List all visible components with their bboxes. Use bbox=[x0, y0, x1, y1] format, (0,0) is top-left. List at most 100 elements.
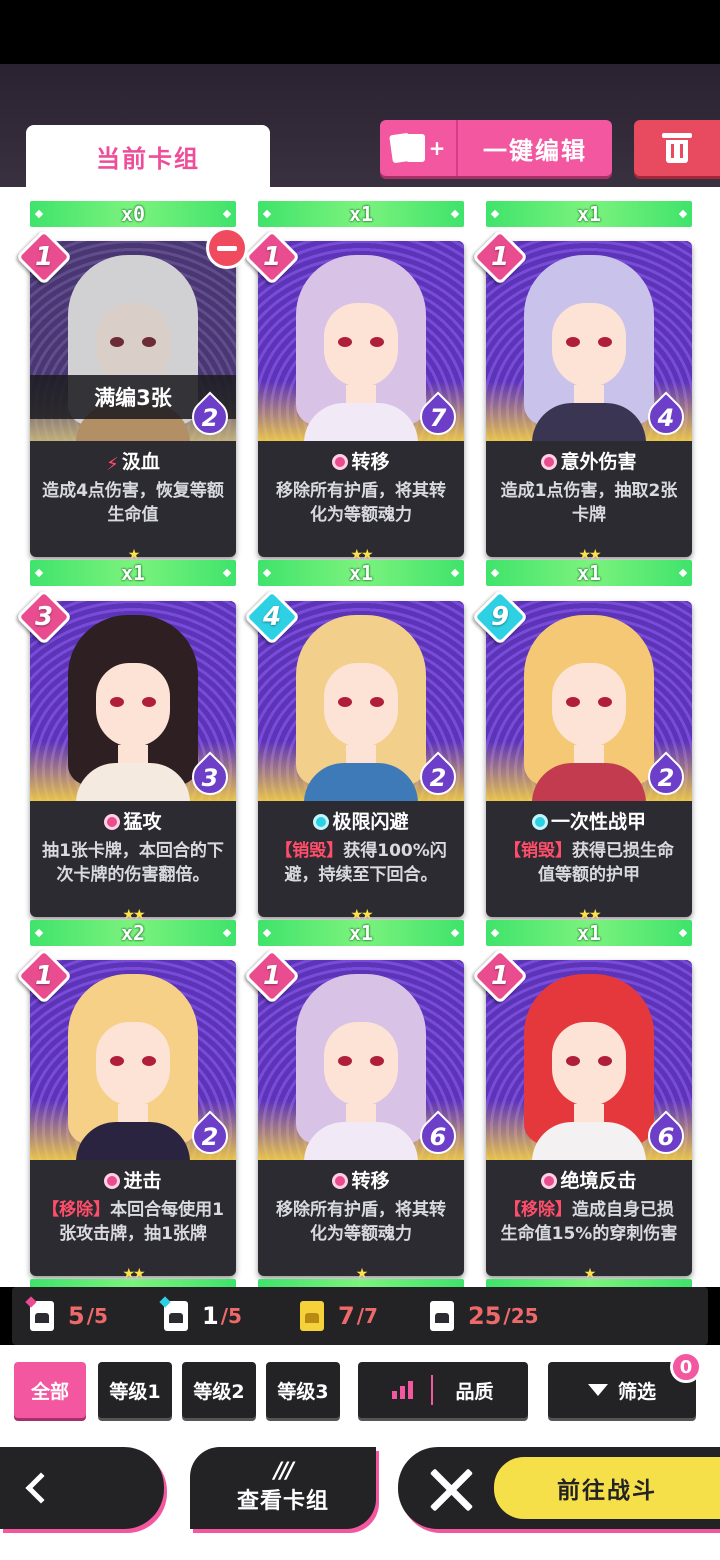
card[interactable]: 3 3 猛攻 抽1张卡牌，本回合的下次卡牌的伤害翻倍。 ★★ bbox=[15, 588, 236, 923]
edit-label: 一键编辑 bbox=[483, 136, 587, 165]
quality-sort-button[interactable]: 品质 bbox=[358, 1362, 528, 1418]
bottom-nav: /// 查看卡组 前往战斗 bbox=[0, 1435, 720, 1560]
back-chevron-icon bbox=[25, 1472, 57, 1504]
bar-chart-icon bbox=[392, 1381, 414, 1399]
card-type-icon bbox=[313, 814, 330, 830]
card-title: 意外伤害 bbox=[486, 447, 692, 474]
separator bbox=[431, 1375, 434, 1405]
card-tag: 【销毁】 bbox=[504, 841, 572, 861]
card-description: 移除所有护盾，将其转化为等额魂力 bbox=[268, 1198, 454, 1246]
card-soul-value: 2 bbox=[201, 1123, 219, 1151]
card-title: 转移 bbox=[258, 1166, 464, 1193]
card-owned-bar: x1 bbox=[30, 560, 236, 586]
card-description: 造成4点伤害，恢复等额生命值 bbox=[40, 479, 226, 527]
card-description-text: 移除所有护盾，将其转化为等额魂力 bbox=[276, 1200, 446, 1244]
card-owned-label: x1 bbox=[120, 561, 146, 585]
card-blue-icon bbox=[159, 1296, 188, 1331]
card-title: 绝境反击 bbox=[486, 1166, 692, 1193]
card-description: 【移除】本回合每使用1张攻击牌，抽1张牌 bbox=[40, 1198, 226, 1246]
card-owned-label: x1 bbox=[348, 921, 374, 945]
card-soul-value: 2 bbox=[429, 764, 447, 792]
stat-value: 5 bbox=[68, 1302, 85, 1330]
stat-deck: 25/25 bbox=[430, 1299, 539, 1333]
go-fight-button[interactable]: 前往战斗 bbox=[398, 1447, 720, 1529]
card-title-text: 转移 bbox=[351, 1170, 390, 1192]
remove-card-icon[interactable] bbox=[206, 227, 248, 269]
card-cost: 1 bbox=[34, 242, 54, 272]
stat-value: 25 bbox=[468, 1302, 502, 1330]
card-cost: 4 bbox=[262, 602, 282, 632]
card-cost: 9 bbox=[490, 602, 510, 632]
go-fight-label: 前往战斗 bbox=[494, 1457, 720, 1519]
card-description-text: 造成4点伤害，恢复等额生命值 bbox=[42, 481, 224, 525]
filter-level1-button[interactable]: 等级1 bbox=[98, 1362, 172, 1418]
stat-max: /5 bbox=[220, 1304, 242, 1328]
card[interactable]: 1 2 ⚡ 汲血 造成4点伤害，恢复等额生命值 ★ 满编3张 bbox=[15, 227, 248, 563]
card-cost: 3 bbox=[34, 602, 54, 632]
one-click-edit-button[interactable]: + 一键编辑 bbox=[380, 120, 612, 176]
soul-drop-icon: 6 bbox=[640, 1110, 692, 1162]
card[interactable]: 1 6 绝境反击 【移除】造成自身已损生命值15%的穿刺伤害 ★ bbox=[471, 947, 692, 1282]
card-title: 猛攻 bbox=[30, 807, 236, 834]
card-title-text: 转移 bbox=[351, 451, 390, 473]
card-type-icon bbox=[541, 454, 558, 470]
card-soul-value: 2 bbox=[657, 764, 675, 792]
card-owned-bar: x1 bbox=[258, 920, 464, 946]
card-cost: 1 bbox=[34, 961, 54, 991]
bolt-icon: ⚡ bbox=[106, 454, 119, 475]
card-yellow-icon bbox=[300, 1301, 324, 1331]
deck-stats-bar: 5/5 1/5 7/7 25/25 bbox=[12, 1287, 708, 1345]
card[interactable]: 1 6 转移 移除所有护盾，将其转化为等额魂力 ★ bbox=[243, 947, 464, 1282]
view-deck-button[interactable]: /// 查看卡组 bbox=[190, 1447, 376, 1529]
card[interactable]: 1 4 意外伤害 造成1点伤害，抽取2张卡牌 ★★ bbox=[471, 228, 692, 563]
card-soul-value: 7 bbox=[429, 404, 447, 432]
soul-drop-icon: 7 bbox=[412, 391, 464, 443]
card-cost: 1 bbox=[262, 961, 282, 991]
card-owned-label: x2 bbox=[120, 921, 146, 945]
card-description: 【销毁】获得100%闪避，持续至下回合。 bbox=[268, 839, 454, 887]
card-owned-bar bbox=[30, 1279, 236, 1287]
soul-drop-icon: 6 bbox=[412, 1110, 464, 1162]
card-type-icon bbox=[531, 814, 548, 830]
card-soul-value: 3 bbox=[201, 764, 219, 792]
back-button[interactable] bbox=[0, 1447, 164, 1529]
stat-max: /5 bbox=[86, 1304, 108, 1328]
soul-drop-icon: 2 bbox=[184, 391, 236, 443]
card-type-icon bbox=[104, 814, 121, 830]
view-deck-label: 查看卡组 bbox=[236, 1489, 329, 1514]
card-title: 一次性战甲 bbox=[486, 807, 692, 834]
card-pink-icon bbox=[25, 1296, 54, 1331]
soul-drop-icon: 2 bbox=[184, 1110, 236, 1162]
card-description-text: 造成1点伤害，抽取2张卡牌 bbox=[500, 481, 678, 525]
card-tag: 【销毁】 bbox=[275, 841, 344, 861]
card-count-label: x1 bbox=[348, 202, 374, 226]
delete-button[interactable] bbox=[634, 120, 720, 176]
filter-level3-button[interactable]: 等级3 bbox=[266, 1362, 340, 1418]
filter-all-button[interactable]: 全部 bbox=[14, 1362, 86, 1418]
card-count-label: x1 bbox=[576, 202, 602, 226]
card-type-icon bbox=[541, 1173, 558, 1189]
card-type-icon bbox=[104, 1173, 121, 1189]
stat-pink: 5/5 bbox=[25, 1296, 108, 1333]
tab-current-deck[interactable]: 当前卡组 bbox=[26, 125, 270, 187]
card-soul-value: 4 bbox=[657, 404, 675, 432]
card[interactable]: 9 2 一次性战甲 【销毁】获得已损生命值等额的护甲 ★★ bbox=[471, 588, 692, 923]
soul-drop-icon: 4 bbox=[640, 391, 692, 443]
card-description: 移除所有护盾，将其转化为等额魂力 bbox=[268, 479, 454, 527]
card-title-text: 一次性战甲 bbox=[550, 811, 646, 833]
card[interactable]: 1 2 进击 【移除】本回合每使用1张攻击牌，抽1张牌 ★★ bbox=[15, 947, 236, 1282]
crossed-swords-icon bbox=[426, 1465, 478, 1513]
card-owned-bar: x1 bbox=[486, 560, 692, 586]
card[interactable]: 4 2 极限闪避 【销毁】获得100%闪避，持续至下回合。 ★★ bbox=[243, 588, 464, 923]
card-count-bar: x1 bbox=[258, 201, 464, 227]
stat-value: 7 bbox=[338, 1302, 355, 1330]
card-count-label: x0 bbox=[120, 202, 146, 226]
filter-level2-button[interactable]: 等级2 bbox=[182, 1362, 256, 1418]
stat-max: /25 bbox=[503, 1304, 539, 1328]
stat-yellow: 7/7 bbox=[300, 1299, 378, 1333]
trash-icon bbox=[662, 133, 692, 163]
card-soul-value: 6 bbox=[657, 1123, 675, 1151]
card-description: 【销毁】获得已损生命值等额的护甲 bbox=[496, 839, 682, 887]
card[interactable]: 1 7 转移 移除所有护盾，将其转化为等额魂力 ★★ bbox=[243, 228, 464, 563]
soul-drop-icon: 2 bbox=[412, 751, 464, 803]
